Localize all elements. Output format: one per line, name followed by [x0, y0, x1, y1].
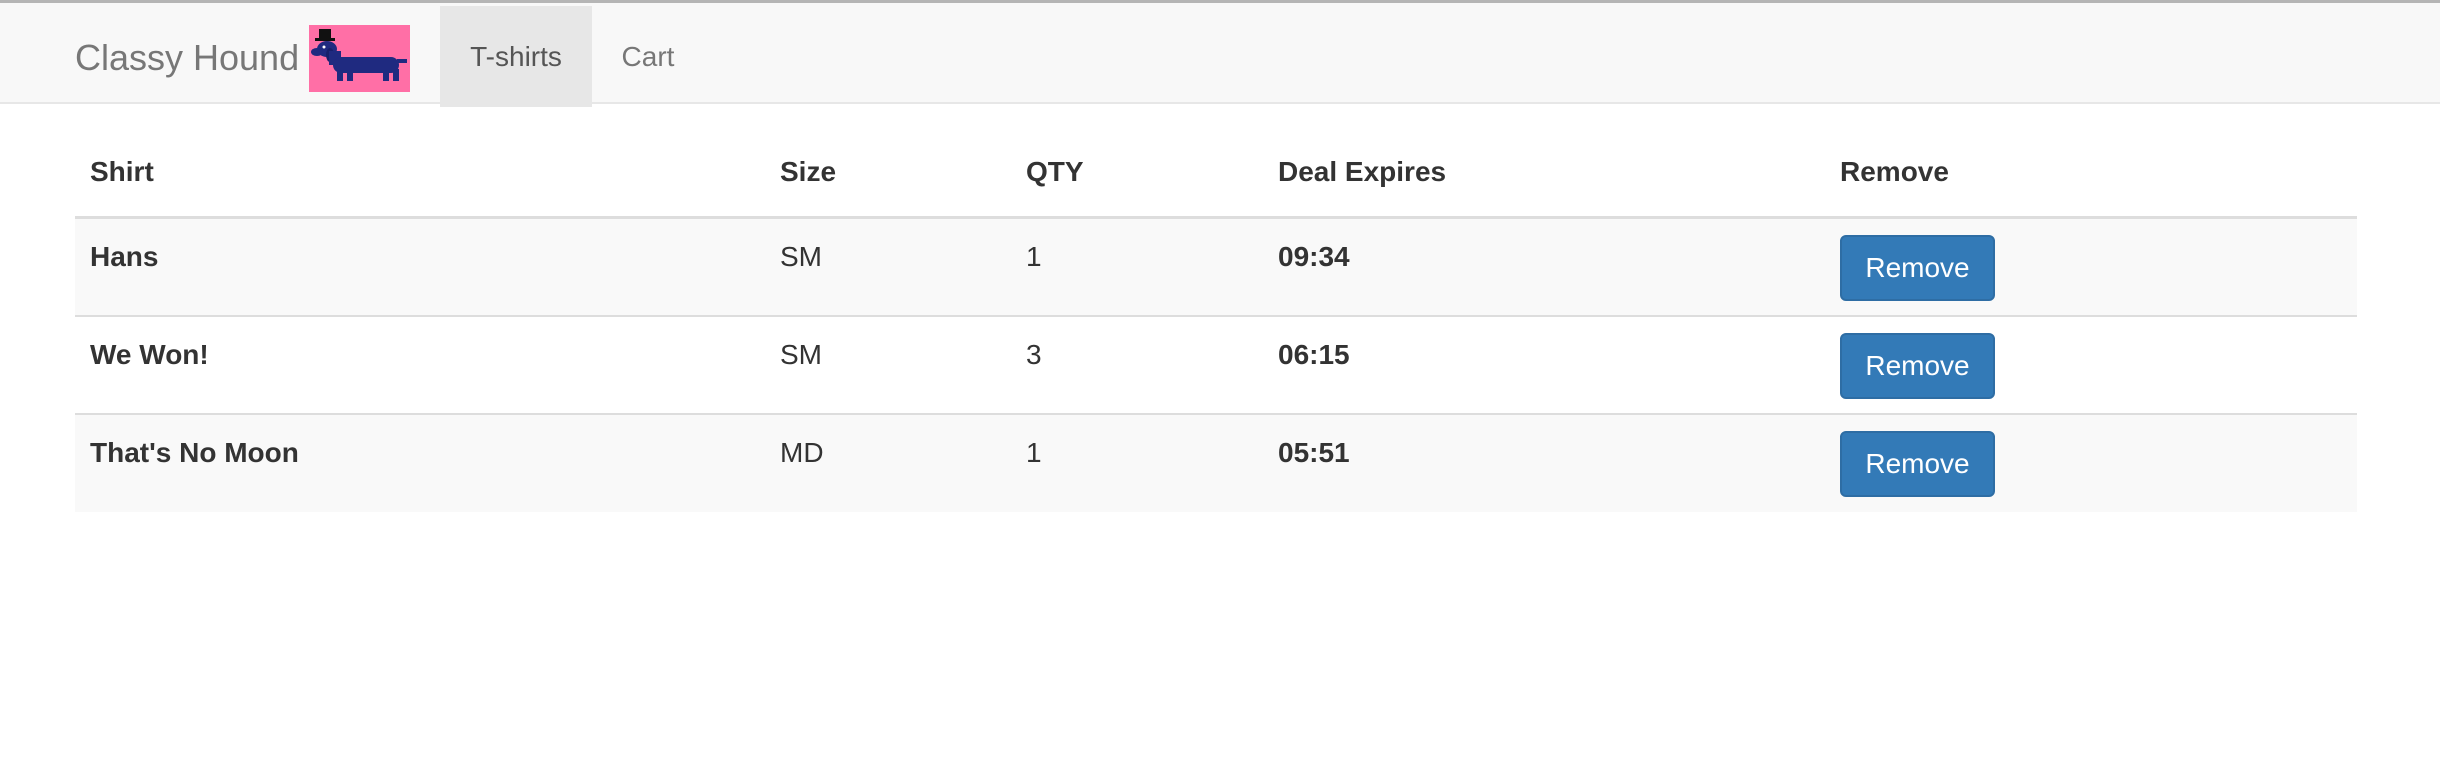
cell-qty: 3	[1011, 314, 1263, 414]
cell-deal-expires: 05:51	[1263, 412, 1825, 512]
table-header-row: Shirt Size QTY Deal Expires Remove	[75, 154, 2357, 219]
header-shirt: Shirt	[75, 154, 765, 219]
cell-shirt: We Won!	[75, 314, 765, 414]
cell-size: SM	[765, 314, 1011, 414]
tab-cart[interactable]: Cart	[592, 6, 704, 107]
dachshund-logo-icon	[309, 24, 411, 92]
brand-link[interactable]: Classy Hound	[75, 23, 411, 93]
cell-qty: 1	[1011, 412, 1263, 512]
header-size: Size	[765, 154, 1011, 219]
cell-shirt: That's No Moon	[75, 412, 765, 512]
cell-deal-expires: 09:34	[1263, 216, 1825, 316]
cell-size: SM	[765, 216, 1011, 316]
cell-remove: Remove	[1825, 314, 2357, 414]
header-deal-expires: Deal Expires	[1263, 154, 1825, 219]
cell-size: MD	[765, 412, 1011, 512]
header-qty: QTY	[1011, 154, 1263, 219]
remove-button[interactable]: Remove	[1840, 235, 1995, 301]
cell-remove: Remove	[1825, 412, 2357, 512]
cell-deal-expires: 06:15	[1263, 314, 1825, 414]
remove-button[interactable]: Remove	[1840, 332, 1995, 399]
cart-table-container: Shirt Size QTY Deal Expires Remove Hans …	[75, 154, 2357, 512]
remove-button[interactable]: Remove	[1840, 430, 1995, 497]
table-row: Hans SM 1 09:34 Remove	[75, 216, 2357, 316]
table-row: We Won! SM 3 06:15 Remove	[75, 314, 2357, 414]
cell-remove: Remove	[1825, 216, 2357, 316]
brand-name: Classy Hound	[75, 37, 300, 78]
cell-shirt: Hans	[75, 216, 765, 316]
header-remove: Remove	[1825, 154, 2357, 219]
table-row: That's No Moon MD 1 05:51 Remove	[75, 412, 2357, 512]
cell-qty: 1	[1011, 216, 1263, 316]
tab-tshirts[interactable]: T-shirts	[440, 6, 592, 107]
cart-table: Shirt Size QTY Deal Expires Remove Hans …	[75, 154, 2357, 512]
navbar: Classy Hound T-shirts Cart	[0, 0, 2440, 107]
